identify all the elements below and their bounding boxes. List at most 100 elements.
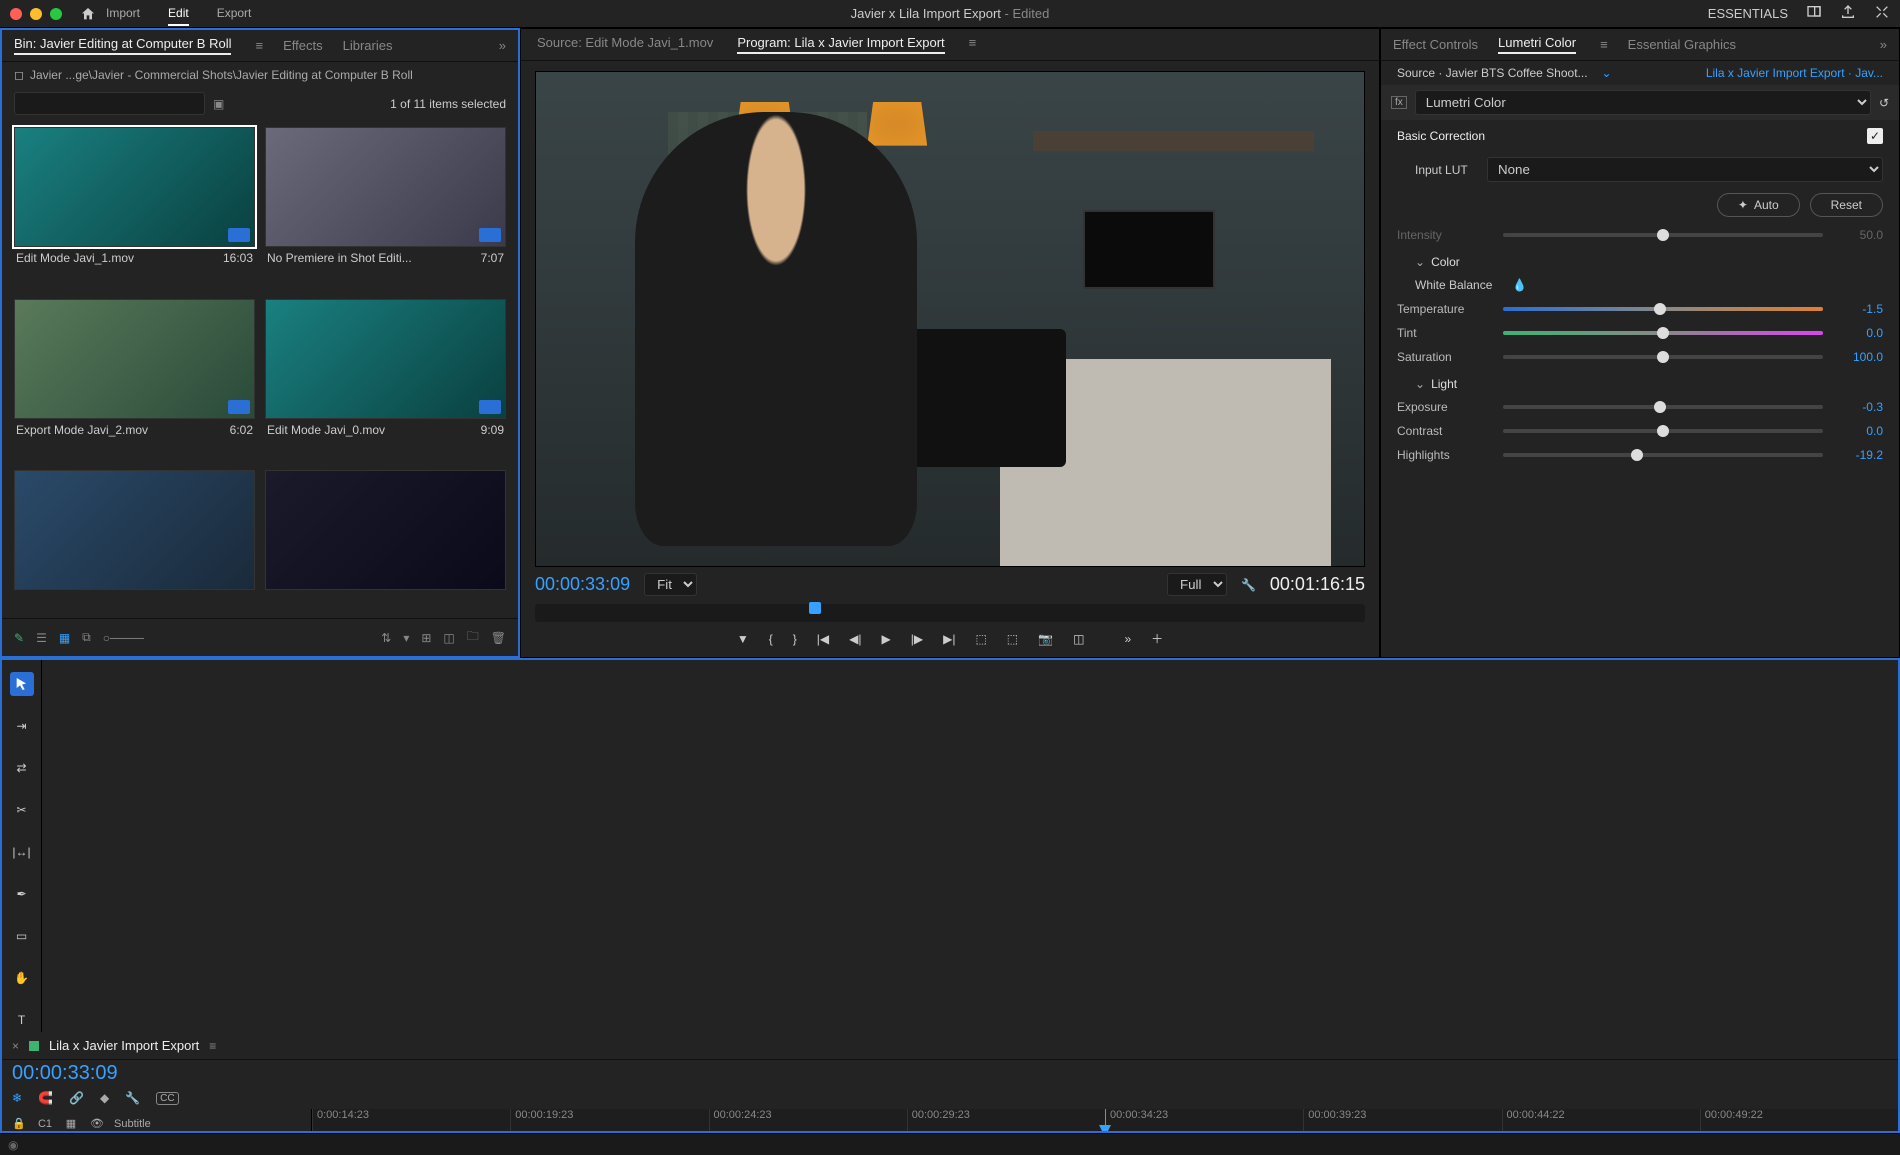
overflow-icon[interactable]: » [1124, 632, 1131, 646]
reset-effect-icon[interactable]: ↺ [1879, 96, 1889, 110]
find-icon[interactable]: ⊞ [421, 631, 431, 645]
icon-view-icon[interactable]: ▦ [59, 631, 70, 645]
cc-logo-icon[interactable]: ◉ [8, 1138, 18, 1152]
home-icon[interactable] [80, 6, 96, 22]
new-bin-icon[interactable]: ▣ [213, 97, 224, 111]
close-sequence-icon[interactable]: × [12, 1039, 19, 1053]
timeline-timecode[interactable]: 00:00:33:09 [2, 1060, 312, 1087]
folder-icon[interactable]: 🗀 [467, 627, 479, 648]
monitor-scrubber[interactable] [535, 604, 1365, 622]
overflow-icon[interactable]: » [499, 38, 506, 53]
clip-item[interactable] [14, 470, 255, 610]
pencil-icon[interactable]: ✎ [14, 631, 24, 645]
monitor-timecode[interactable]: 00:00:33:09 [535, 574, 630, 595]
lift-button[interactable]: ⬚ [975, 632, 986, 646]
project-tab-bin[interactable]: Bin: Javier Editing at Computer B Roll [14, 36, 231, 55]
step-back-button[interactable]: ◀| [849, 632, 861, 646]
saturation-slider[interactable]: Saturation 100.0 [1381, 345, 1899, 369]
minimize-window[interactable] [30, 8, 42, 20]
marker-icon[interactable]: ◆ [100, 1091, 109, 1105]
auto-button[interactable]: ✦Auto [1717, 193, 1800, 217]
fullscreen-icon[interactable] [1874, 4, 1890, 23]
pen-tool[interactable]: ✒ [10, 882, 34, 906]
add-button[interactable]: ＋ [1151, 630, 1163, 647]
type-tool[interactable]: T [10, 1008, 34, 1032]
goto-out-button[interactable]: ▶| [943, 632, 955, 646]
tab-edit[interactable]: Edit [168, 2, 189, 26]
close-window[interactable] [10, 8, 22, 20]
panel-menu-icon[interactable]: ≡ [969, 35, 977, 54]
snap-icon[interactable]: 🧲 [38, 1091, 53, 1105]
sequence-link[interactable]: Lila x Javier Import Export · Jav... [1706, 66, 1883, 80]
source-clip-link[interactable]: Source · Javier BTS Coffee Shoot... [1397, 66, 1588, 80]
clip-item[interactable]: Edit Mode Javi_0.mov9:09 [265, 299, 506, 461]
compare-button[interactable]: ◫ [1073, 632, 1084, 646]
rect-tool[interactable]: ▭ [10, 924, 34, 948]
search-input[interactable] [14, 92, 205, 115]
trash-icon[interactable]: 🗑 [491, 631, 506, 645]
program-viewport[interactable] [535, 71, 1365, 567]
basic-correction-section[interactable]: Basic Correction ✓ [1381, 120, 1899, 152]
mark-in-button[interactable]: { [769, 632, 773, 646]
eye-icon[interactable]: 👁 [88, 1117, 106, 1130]
panel-menu-icon[interactable]: ≡ [1600, 37, 1608, 52]
export-frame-button[interactable]: 📷 [1038, 632, 1053, 646]
list-view-icon[interactable]: ☰ [36, 631, 47, 645]
tab-lumetri-color[interactable]: Lumetri Color [1498, 35, 1576, 54]
program-monitor-tab[interactable]: Program: Lila x Javier Import Export [737, 35, 944, 54]
panel-menu-icon[interactable]: ≡ [255, 38, 263, 53]
clip-item[interactable] [265, 470, 506, 610]
settings-icon[interactable]: 🔧 [125, 1091, 140, 1105]
maximize-window[interactable] [50, 8, 62, 20]
goto-in-button[interactable]: |◀ [817, 632, 829, 646]
light-subsection[interactable]: ⌄Light [1381, 369, 1899, 395]
freeform-icon[interactable]: ⧉ [82, 630, 91, 645]
temperature-slider[interactable]: Temperature -1.5 [1381, 297, 1899, 321]
workspace-icon[interactable] [1806, 4, 1822, 23]
sort-icon[interactable]: ⇅ [381, 631, 391, 645]
ripple-tool[interactable]: ⇄ [10, 756, 34, 780]
sync-icon[interactable]: ▦ [62, 1117, 80, 1130]
tab-essential-graphics[interactable]: Essential Graphics [1628, 37, 1736, 52]
playhead[interactable] [1105, 1109, 1106, 1133]
project-tab-effects[interactable]: Effects [283, 38, 323, 53]
reset-button[interactable]: Reset [1810, 193, 1883, 217]
hand-tool[interactable]: ✋ [10, 966, 34, 990]
tab-import[interactable]: Import [106, 2, 140, 26]
workspace-label[interactable]: ESSENTIALS [1708, 6, 1788, 21]
zoom-slider[interactable]: ○──── [103, 631, 144, 645]
track-header-c1[interactable]: 🔒 C1 ▦ 👁 Subtitle [2, 1109, 311, 1133]
folder-up-icon[interactable]: ◻ [14, 68, 24, 82]
sequence-name[interactable]: Lila x Javier Import Export [49, 1038, 199, 1053]
extract-button[interactable]: ⬚ [1007, 632, 1018, 646]
eyedropper-icon[interactable]: 💧 [1512, 278, 1527, 292]
contrast-slider[interactable]: Contrast 0.0 [1381, 419, 1899, 443]
share-icon[interactable] [1840, 4, 1856, 23]
selection-tool[interactable] [10, 672, 34, 696]
chevron-down-icon[interactable]: ⌄ [1602, 66, 1612, 80]
clip-item[interactable]: No Premiere in Shot Editi...7:07 [265, 127, 506, 289]
panel-menu-icon[interactable]: ≡ [209, 1039, 216, 1053]
tab-effect-controls[interactable]: Effect Controls [1393, 37, 1478, 52]
playhead-icon[interactable] [809, 602, 821, 614]
step-forward-button[interactable]: |▶ [911, 632, 923, 646]
zoom-select[interactable]: Full [1167, 573, 1227, 596]
breadcrumb[interactable]: ◻ Javier ...ge\Javier - Commercial Shots… [2, 62, 518, 88]
highlights-slider[interactable]: Highlights -19.2 [1381, 443, 1899, 467]
overflow-icon[interactable]: » [1880, 37, 1887, 52]
input-lut-select[interactable]: None [1487, 157, 1883, 182]
slip-tool[interactable]: |↔| [10, 840, 34, 864]
tab-export[interactable]: Export [217, 2, 252, 26]
nest-icon[interactable]: ❄ [12, 1091, 22, 1105]
link-icon[interactable]: 🔗 [69, 1091, 84, 1105]
color-subsection[interactable]: ⌄Color [1381, 247, 1899, 273]
mark-out-button[interactable]: } [793, 632, 797, 646]
new-item-icon[interactable]: ◫ [443, 631, 454, 645]
razor-tool[interactable]: ✂ [10, 798, 34, 822]
intensity-slider[interactable]: Intensity 50.0 [1381, 223, 1899, 247]
lock-icon[interactable]: 🔒 [10, 1117, 28, 1130]
exposure-slider[interactable]: Exposure -0.3 [1381, 395, 1899, 419]
automate-icon[interactable]: ▾ [403, 631, 409, 645]
timeline-canvas[interactable]: 0:00:14:2300:00:19:2300:00:24:2300:00:29… [312, 1109, 1898, 1133]
add-marker-button[interactable]: ▼ [737, 632, 749, 646]
